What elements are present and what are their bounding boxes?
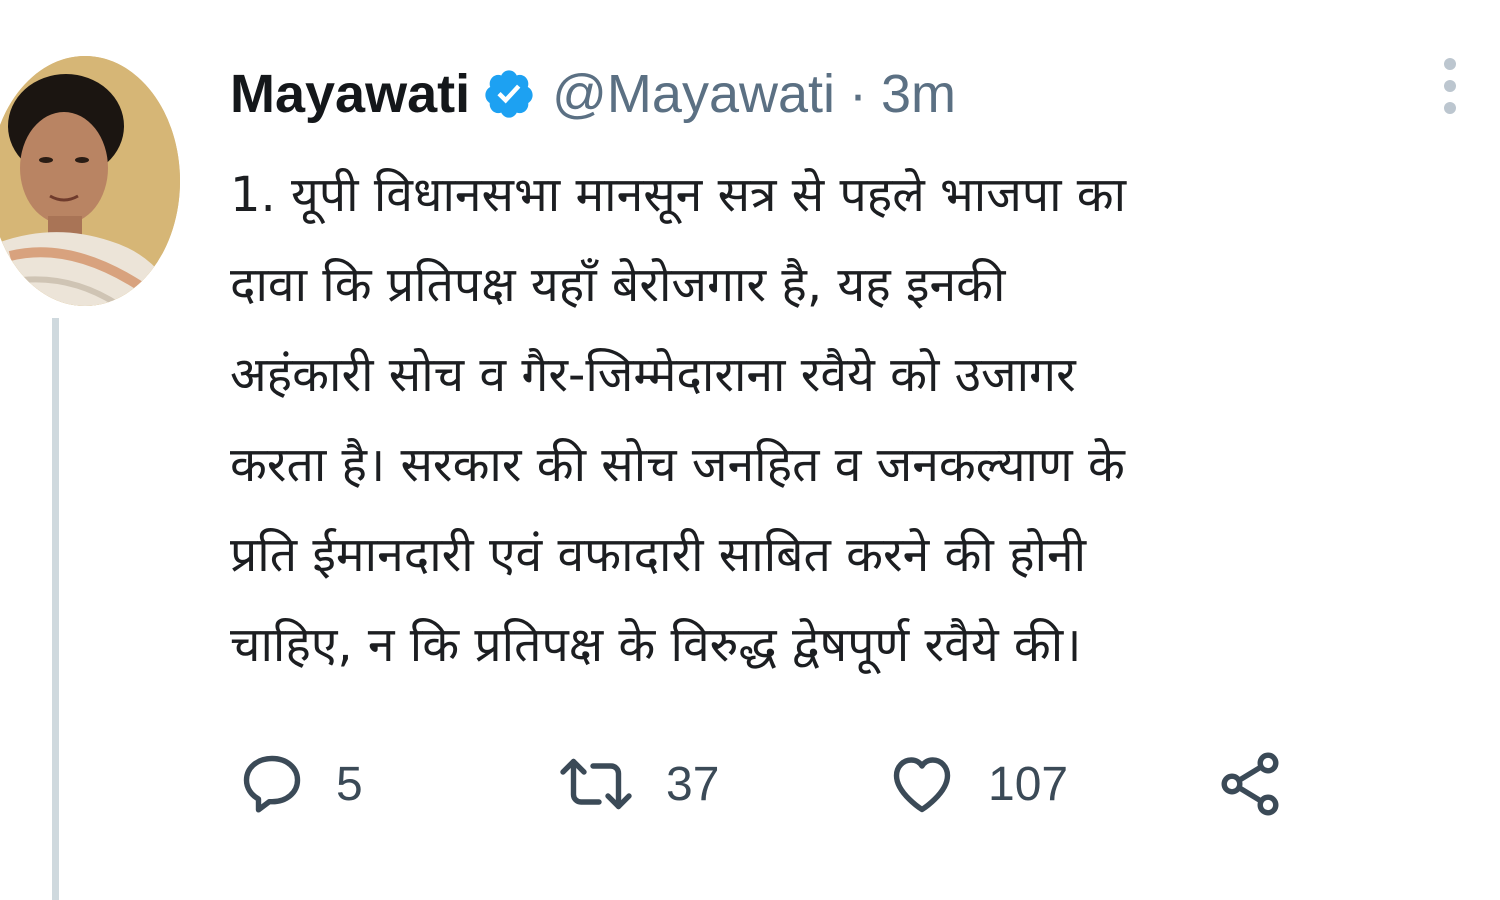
retweet-button[interactable]: 37 (554, 748, 719, 820)
tweet-text-line: अहंकारी सोच व गैर-जिम्मेदाराना रवैये को … (230, 347, 1076, 403)
separator-dot: · (849, 64, 867, 124)
thread-line (52, 318, 59, 900)
share-icon (1221, 752, 1279, 816)
share-button[interactable] (1214, 748, 1286, 820)
heart-icon (893, 757, 951, 813)
tweet-text-line: करता है। सरकार की सोच जनहित व जनकल्याण क… (230, 437, 1125, 493)
avatar[interactable] (0, 56, 180, 306)
avatar-photo (0, 56, 180, 306)
tweet-text-line: दावा कि प्रतिपक्ष यहाँ बेरोजगार है, यह इ… (230, 257, 1006, 313)
reply-icon (243, 755, 301, 813)
tweet-timestamp[interactable]: 3m (881, 63, 956, 125)
verified-badge-icon (482, 67, 536, 121)
tweet-text: 1. यूपी विधानसभा मानसून सत्र से पहले भाज… (230, 150, 1490, 690)
retweet-icon (560, 758, 632, 810)
like-count: 107 (988, 757, 1069, 811)
tweet-text-line: 1. यूपी विधानसभा मानसून सत्र से पहले भाज… (230, 167, 1127, 223)
more-options-icon[interactable] (1436, 56, 1464, 120)
author-handle[interactable]: @Mayawati (552, 63, 835, 125)
author-name[interactable]: Mayawati (230, 63, 470, 125)
reply-button[interactable]: 5 (236, 748, 363, 820)
tweet-header: Mayawati @Mayawati · 3m (230, 58, 956, 130)
retweet-count: 37 (666, 757, 720, 811)
tweet-text-line: चाहिए, न कि प्रतिपक्ष के विरुद्ध द्वेषपू… (230, 617, 1082, 673)
reply-count: 5 (336, 757, 363, 811)
tweet-card[interactable]: Mayawati @Mayawati · 3m 1. यूपी विधानसभा… (0, 0, 1500, 900)
tweet-text-line: प्रति ईमानदारी एवं वफादारी साबित करने की… (230, 527, 1087, 583)
like-button[interactable]: 107 (884, 748, 1068, 820)
